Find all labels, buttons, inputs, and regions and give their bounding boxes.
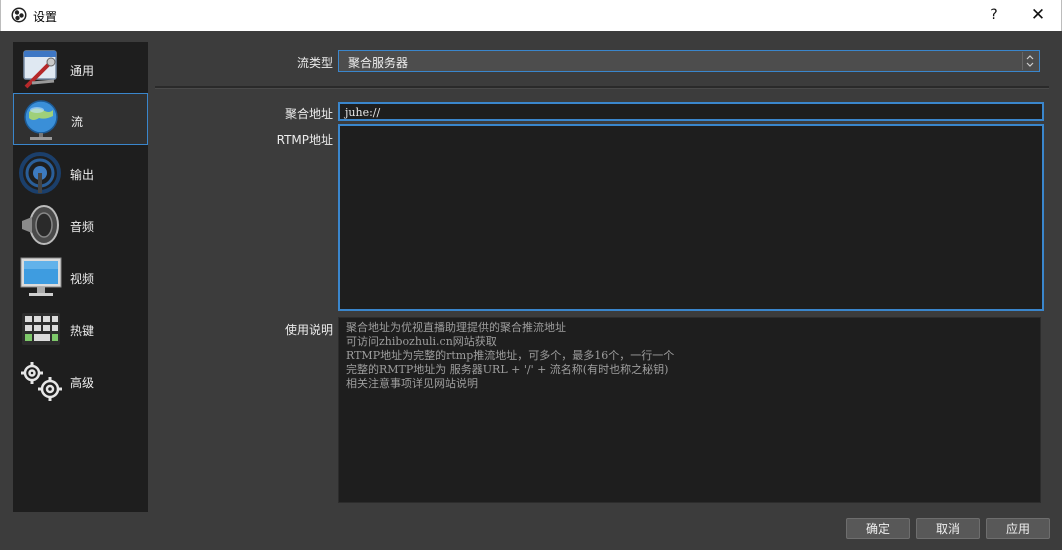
- ok-button[interactable]: 确定: [846, 518, 910, 539]
- globe-network-icon: [24, 100, 58, 140]
- help-text-box: 聚合地址为优视直播助理提供的聚合推流地址 可访问zhibozhuli.cn网站获…: [338, 317, 1041, 503]
- help-line: RTMP地址为完整的rtmp推流地址，可多个，最多16个，一行一个: [346, 349, 675, 362]
- sidebar-item-advanced[interactable]: 高级: [13, 355, 148, 407]
- stream-type-label: 流类型: [296, 56, 333, 70]
- cancel-button[interactable]: 取消: [916, 518, 980, 539]
- sidebar-item-label: 热键: [70, 324, 95, 338]
- sidebar-item-label: 通用: [70, 64, 95, 78]
- chevron-updown-icon: [1022, 52, 1034, 70]
- sidebar-item-label: 输出: [70, 168, 95, 182]
- sidebar-item-label: 视频: [70, 272, 95, 286]
- help-line: 可访问zhibozhuli.cn网站获取: [346, 335, 497, 348]
- address-input[interactable]: juhe://: [338, 102, 1044, 121]
- sidebar-item-label: 高级: [70, 376, 95, 390]
- sidebar-item-audio[interactable]: 音频: [13, 199, 148, 251]
- apply-button[interactable]: 应用: [986, 518, 1050, 539]
- sidebar-item-label: 流: [71, 115, 84, 129]
- address-label: 聚合地址: [284, 107, 333, 121]
- help-line: 相关注意事项详见网站说明: [346, 377, 478, 390]
- help-button[interactable]: ?: [973, 0, 1015, 31]
- divider: [155, 86, 1049, 89]
- help-line: 完整的RMTP地址为 服务器URL + '/' + 流名称(有时也称之秘钥): [346, 363, 669, 376]
- rtmp-textarea[interactable]: [338, 124, 1044, 311]
- broadcast-antenna-icon: [19, 152, 61, 194]
- close-button[interactable]: ✕: [1017, 0, 1059, 31]
- keyboard-icon: [22, 313, 60, 345]
- stream-type-select[interactable]: 聚合服务器: [338, 50, 1040, 72]
- obs-logo-icon: [11, 7, 27, 23]
- sidebar-item-general[interactable]: 通用: [13, 43, 148, 95]
- gears-icon: [21, 362, 62, 401]
- stream-type-value: 聚合服务器: [348, 56, 409, 70]
- sidebar-item-hotkeys[interactable]: 热键: [13, 303, 148, 355]
- settings-sidebar: 通用 流 输出 音频 视频 热键 高级: [13, 42, 148, 512]
- rtmp-label: RTMP地址: [276, 133, 333, 147]
- sidebar-item-stream[interactable]: 流: [13, 93, 148, 145]
- general-settings-icon: [23, 50, 57, 89]
- window-title: 设置: [33, 10, 58, 24]
- sidebar-item-label: 音频: [70, 220, 95, 234]
- title-bar: 设置 ? ✕: [0, 0, 1062, 31]
- help-label: 使用说明: [284, 323, 333, 337]
- sidebar-item-video[interactable]: 视频: [13, 251, 148, 303]
- sidebar-item-output[interactable]: 输出: [13, 147, 148, 199]
- monitor-icon: [20, 257, 62, 296]
- speaker-icon: [22, 205, 59, 245]
- help-line: 聚合地址为优视直播助理提供的聚合推流地址: [346, 321, 566, 334]
